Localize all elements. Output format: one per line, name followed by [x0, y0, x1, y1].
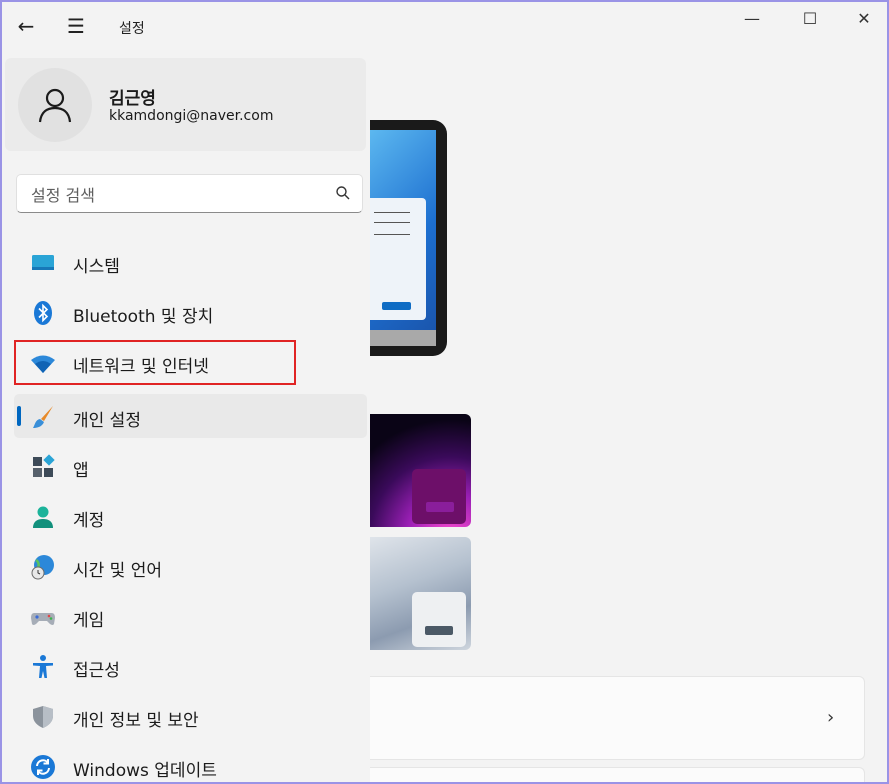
theme-preview-monitor [370, 120, 447, 356]
nav-item-accessibility[interactable]: 접근성 [14, 644, 367, 688]
settings-window: ← ☰ 설정 — ☐ ✕ 김근영 kkamdongi@naver.com 설정 … [0, 0, 889, 784]
nav-label-apps: 앱 [73, 461, 89, 481]
preview-line [374, 212, 410, 213]
settings-search-box[interactable] [16, 174, 363, 213]
nav-label-accessibility: 접근성 [73, 661, 120, 681]
nav-item-apps[interactable]: 앱 [14, 444, 367, 488]
apps-icon [33, 454, 55, 477]
preview-dialog [370, 198, 426, 320]
theme-thumbnail-dark[interactable] [370, 414, 471, 527]
settings-card[interactable] [370, 767, 865, 782]
hamburger-menu-icon: ☰ [67, 14, 85, 38]
nav-item-personalization[interactable]: 개인 설정 [14, 394, 367, 438]
content-pane: › [370, 58, 865, 782]
accessibility-icon [33, 655, 53, 678]
bluetooth-icon [34, 301, 52, 325]
shield-icon [33, 706, 53, 728]
preview-taskbar [370, 330, 436, 346]
nav-label-personalization: 개인 설정 [73, 411, 141, 431]
nav-item-bluetooth[interactable]: Bluetooth 및 장치 [14, 290, 367, 334]
nav-label-accounts: 계정 [73, 511, 105, 531]
preview-button [382, 302, 411, 310]
user-email: kkamdongi@naver.com [109, 108, 274, 124]
nav-label-windows-update: Windows 업데이트 [73, 761, 217, 781]
system-icon [32, 255, 54, 270]
back-arrow-icon: ← [17, 14, 35, 38]
account-icon [33, 506, 53, 528]
back-button[interactable]: ← [10, 10, 42, 42]
avatar [18, 68, 92, 142]
theme-preview-screen [370, 130, 436, 346]
minimize-icon: — [744, 8, 760, 28]
theme-window-sample [412, 469, 466, 524]
chevron-right-icon: › [827, 707, 835, 728]
highlight-box [14, 340, 296, 385]
user-profile-card[interactable]: 김근영 kkamdongi@naver.com [5, 58, 366, 151]
preview-line [374, 234, 410, 235]
theme-thumbnail-light[interactable] [370, 537, 471, 650]
app-title: 설정 [119, 21, 145, 37]
nav-item-time-language[interactable]: 시간 및 언어 [14, 544, 367, 588]
minimize-button[interactable]: — [727, 4, 777, 32]
preview-line [374, 222, 410, 223]
maximize-icon: ☐ [802, 8, 818, 28]
update-icon [31, 755, 55, 779]
title-bar: ← ☰ 설정 — ☐ ✕ [2, 2, 887, 52]
search-icon[interactable] [335, 185, 351, 201]
nav-item-privacy-security[interactable]: 개인 정보 및 보안 [14, 694, 367, 738]
search-input[interactable] [29, 182, 323, 208]
nav-label-system: 시스템 [73, 257, 120, 277]
brush-icon [33, 406, 53, 428]
settings-card[interactable]: › [370, 676, 865, 760]
nav-item-gaming[interactable]: 게임 [14, 594, 367, 638]
nav-item-windows-update[interactable]: Windows 업데이트 [14, 744, 367, 782]
menu-button[interactable]: ☰ [60, 10, 92, 42]
user-name: 김근영 [109, 89, 156, 109]
nav-label-gaming: 게임 [73, 611, 105, 631]
close-button[interactable]: ✕ [839, 4, 887, 32]
user-icon [38, 88, 72, 123]
nav-item-system[interactable]: 시스템 [14, 240, 367, 284]
maximize-button[interactable]: ☐ [785, 4, 835, 32]
theme-window-sample [412, 592, 466, 647]
gamepad-icon [31, 613, 55, 625]
close-icon: ✕ [857, 8, 871, 28]
globe-clock-icon [31, 555, 54, 580]
nav-label-bluetooth: Bluetooth 및 장치 [73, 307, 214, 327]
nav-item-accounts[interactable]: 계정 [14, 494, 367, 538]
nav-label-time-language: 시간 및 언어 [73, 561, 163, 581]
selected-indicator [17, 406, 21, 426]
nav-label-privacy-security: 개인 정보 및 보안 [73, 711, 199, 731]
